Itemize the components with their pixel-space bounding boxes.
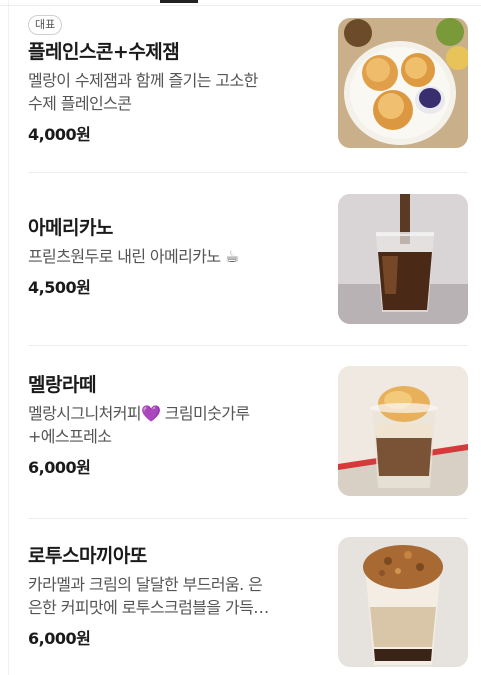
menu-item-name: 아메리카노	[28, 217, 113, 239]
menu-item-description: 프릳츠원두로 내린 아메리카노 ☕	[28, 247, 239, 266]
menu-item-lotus-macchiato[interactable]: 로투스마끼아또 카라멜과 크림의 달달한 부드러움. 은 은한 커피맛에 로투스…	[0, 519, 481, 675]
menu-item-description: 카라멜과 크림의 달달한 부드러움. 은 은한 커피맛에 로투스크럼블을 가득…	[28, 575, 269, 617]
menu-item-price: 6,000원	[28, 458, 91, 477]
menu-item-photo-latte	[338, 366, 468, 496]
menu-item-name: 멜랑라떼	[28, 374, 96, 396]
menu-item-price: 6,000원	[28, 629, 91, 648]
menu-item-name: 플레인스콘+수제잼	[28, 41, 180, 63]
menu-item-name: 로투스마끼아또	[28, 545, 147, 567]
menu-item-description: 멜랑시그니처커피💜 크림미숫가루 +에스프레소	[28, 404, 250, 446]
signature-badge: 대표	[28, 15, 63, 35]
menu-item-photo-lotus	[338, 537, 468, 667]
menu-item-photo-americano	[338, 194, 468, 324]
menu-item-price: 4,000원	[28, 125, 91, 144]
menu-item-photo-scone	[338, 18, 468, 148]
menu-item-plain-scone[interactable]: 대표 플레인스콘+수제잼 멜랑이 수제잼과 함께 즐기는 고소한 수제 플레인스…	[0, 0, 481, 172]
menu-item-description: 멜랑이 수제잼과 함께 즐기는 고소한 수제 플레인스콘	[28, 71, 258, 113]
menu-item-americano[interactable]: 아메리카노 프릳츠원두로 내린 아메리카노 ☕ 4,500원	[0, 173, 481, 345]
menu-item-melang-latte[interactable]: 멜랑라떼 멜랑시그니처커피💜 크림미숫가루 +에스프레소 6,000원	[0, 346, 481, 518]
menu-item-price: 4,500원	[28, 278, 91, 297]
